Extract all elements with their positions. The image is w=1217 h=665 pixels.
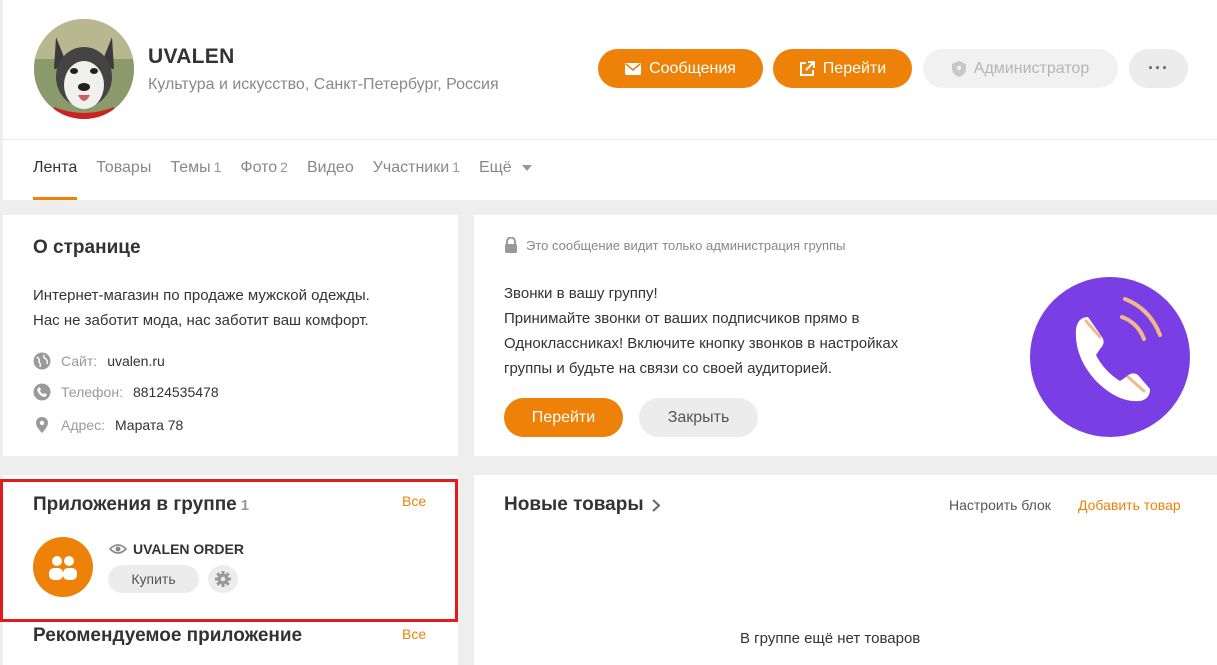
- add-product-link[interactable]: Добавить товар: [1078, 497, 1181, 513]
- group-header: UVALEN Культура и искусство, Санкт-Петер…: [3, 0, 1217, 200]
- tab-photos[interactable]: Фото 2: [240, 159, 288, 200]
- go-button[interactable]: Перейти: [773, 49, 912, 88]
- tab-label: Видео: [306, 159, 354, 176]
- tab-label: Темы: [170, 159, 211, 176]
- address-value: Марата 78: [114, 417, 184, 433]
- tab-label: Лента: [33, 159, 78, 176]
- go-button-label: Перейти: [822, 59, 887, 77]
- more-dots-icon: ···: [1148, 58, 1169, 78]
- phone-label: Телефон:: [61, 384, 123, 400]
- header-divider: [3, 139, 1217, 140]
- recommended-all-link[interactable]: Все: [402, 626, 426, 642]
- tab-video[interactable]: Видео: [307, 159, 354, 200]
- about-description-line: Интернет-магазин по продаже мужской одеж…: [33, 287, 370, 304]
- new-products-card: Новые товары Настроить блок Добавить тов…: [474, 475, 1217, 665]
- messages-button-label: Сообщения: [649, 59, 736, 77]
- tab-count: 1: [452, 159, 460, 175]
- tab-count: 1: [213, 159, 222, 175]
- promo-text: Звонки в вашу группу! Принимайте звонки …: [504, 281, 974, 381]
- address-row: Адрес: Марата 78: [33, 416, 183, 434]
- about-description: Интернет-магазин по продаже мужской одеж…: [33, 283, 443, 333]
- no-products-message: В группе ещё нет товаров: [740, 630, 921, 647]
- site-link[interactable]: uvalen.ru: [107, 353, 165, 369]
- group-avatar[interactable]: [34, 19, 134, 119]
- tab-count: 2: [280, 159, 288, 175]
- apps-highlight-frame: [0, 479, 458, 622]
- tab-label: Ещё: [478, 159, 512, 176]
- shield-icon: [951, 60, 966, 77]
- promo-line: группы и будьте на связи со своей аудито…: [504, 360, 833, 377]
- configure-block-link[interactable]: Настроить блок: [949, 497, 1051, 513]
- tab-products[interactable]: Товары: [96, 159, 151, 200]
- promo-go-button[interactable]: Перейти: [504, 398, 623, 437]
- calls-promo-card: Это сообщение видит только администрация…: [474, 215, 1217, 456]
- tab-more[interactable]: Ещё: [478, 159, 533, 200]
- promo-headline: Звонки в вашу группу!: [504, 285, 658, 302]
- tab-members[interactable]: Участники 1: [373, 159, 460, 200]
- about-card: О странице Интернет-магазин по продаже м…: [3, 215, 458, 456]
- promo-line: Одноклассниках! Включите кнопку звонков …: [504, 335, 899, 352]
- tab-label: Участники: [372, 159, 450, 176]
- group-category-location: Культура и искусство, Санкт-Петербург, Р…: [148, 76, 499, 93]
- admin-only-notice: Это сообщение видит только администрация…: [504, 237, 845, 253]
- phone-value: 88124535478: [132, 384, 219, 400]
- address-label: Адрес:: [61, 417, 105, 433]
- phone-row: Телефон: 88124535478: [33, 383, 219, 401]
- caret-down-icon: [522, 164, 533, 171]
- group-tabs: Лента Товары Темы 1 Фото 2 Видео Участники…: [33, 159, 551, 200]
- lock-icon: [505, 237, 517, 253]
- tab-label: Фото: [240, 159, 278, 176]
- admin-only-notice-text: Это сообщение видит только администрация…: [526, 237, 846, 253]
- about-description-line: Нас не заботит мода, нас заботит ваш ком…: [33, 312, 369, 329]
- about-title: О странице: [33, 237, 141, 258]
- recommended-app-title: Рекомендуемое приложение: [33, 625, 303, 646]
- tab-topics[interactable]: Темы 1: [170, 159, 221, 200]
- location-pin-icon: [36, 417, 48, 433]
- site-label: Сайт:: [61, 353, 98, 369]
- more-options-button[interactable]: ···: [1129, 49, 1188, 88]
- phone-handset-icon: [1075, 297, 1162, 402]
- envelope-icon: [625, 62, 642, 75]
- tab-label: Товары: [96, 159, 152, 176]
- globe-icon: [33, 352, 51, 370]
- group-name: UVALEN: [148, 45, 235, 68]
- phone-call-illustration: [1030, 277, 1190, 437]
- tab-feed[interactable]: Лента: [33, 159, 78, 200]
- messages-button[interactable]: Сообщения: [598, 49, 763, 88]
- administrator-button[interactable]: Администратор: [923, 49, 1118, 88]
- phone-icon: [33, 383, 51, 401]
- promo-close-button[interactable]: Закрыть: [639, 398, 758, 437]
- new-products-title[interactable]: Новые товары: [504, 494, 660, 516]
- administrator-button-label: Администратор: [973, 59, 1090, 77]
- site-row: Сайт: uvalen.ru: [33, 352, 165, 370]
- external-link-icon: [799, 60, 815, 76]
- promo-line: Принимайте звонки от ваших подписчиков п…: [504, 310, 860, 327]
- chevron-right-icon: [651, 498, 660, 512]
- new-products-title-text: Новые товары: [504, 494, 644, 515]
